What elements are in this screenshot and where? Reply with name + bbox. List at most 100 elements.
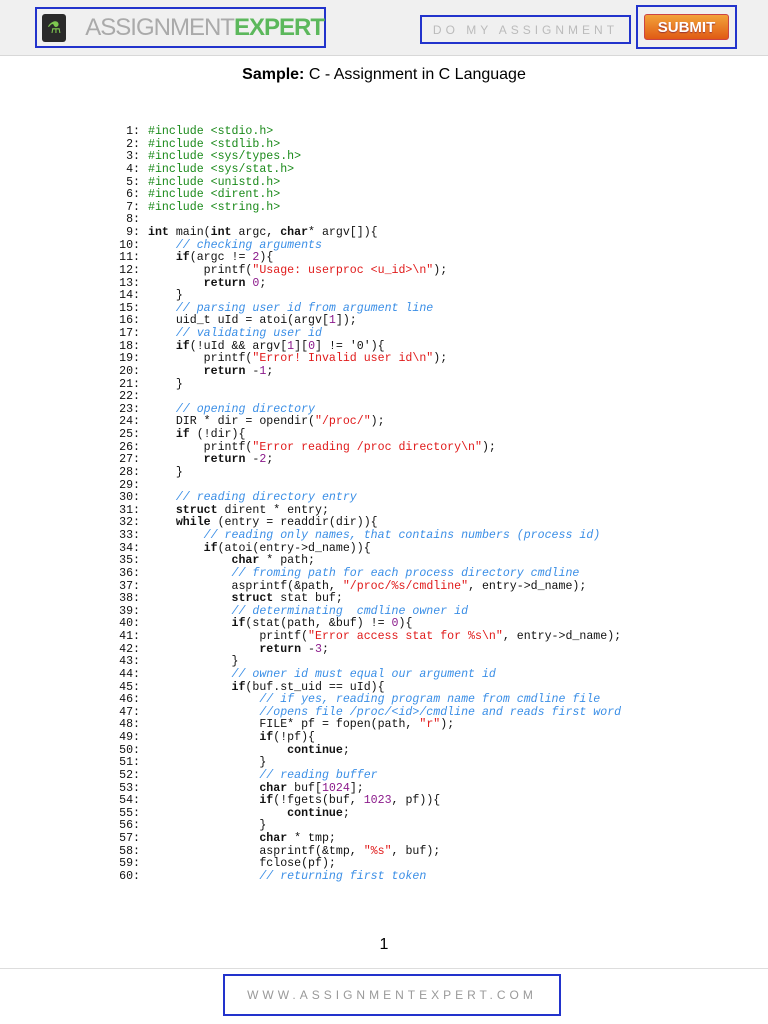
code-line: 41: printf("Error access stat for %s\n",…	[110, 630, 621, 644]
line-number: 41:	[119, 630, 140, 643]
line-number: 11:	[119, 251, 140, 265]
code-text: -	[245, 364, 260, 378]
keyword: if	[259, 794, 274, 808]
code-text: printf(	[203, 263, 253, 277]
do-my-assignment-link[interactable]: DO MY ASSIGNMENT	[420, 15, 631, 44]
title-prefix: Sample:	[242, 66, 305, 83]
preprocessor: #include <stdlib.h>	[148, 137, 281, 151]
line-number: 44:	[119, 667, 140, 681]
line-number: 9:	[126, 226, 140, 239]
site-header: ⚗ ASSIGNMENTEXPERT DO MY ASSIGNMENT SUBM…	[0, 0, 768, 56]
line-number: 54:	[119, 794, 140, 808]
line-number: 30:	[119, 491, 140, 505]
line-number: 28:	[119, 465, 140, 479]
comment: // checking arguments	[175, 238, 322, 252]
keyword: return	[259, 642, 302, 656]
code-line: 19: printf("Error! Invalid user id\n");	[110, 352, 621, 366]
preprocessor: #include <stdio.h>	[148, 125, 274, 138]
line-number: 14:	[119, 289, 140, 303]
code-text: argc,	[231, 226, 281, 239]
code-line: 60: // returning first token	[110, 869, 621, 884]
line-number: 35:	[119, 554, 140, 568]
number: 0	[308, 339, 316, 353]
code-line: 54: if(!fgets(buf, 1023, pf)){	[110, 794, 621, 808]
submit-button[interactable]: SUBMIT	[644, 14, 729, 40]
number: 0	[391, 617, 399, 631]
number: 3	[315, 642, 322, 656]
line-number: 52:	[119, 768, 140, 782]
code-text: ){	[259, 251, 274, 265]
string: "Error reading /proc directory\n"	[252, 440, 482, 454]
keyword: int	[210, 226, 232, 239]
keyword: if	[259, 731, 274, 744]
number: 1	[328, 314, 336, 328]
keyword: char	[259, 832, 288, 845]
comment: // reading buffer	[259, 768, 378, 782]
code-text: }	[175, 289, 183, 303]
code-text: ;	[266, 364, 274, 378]
number: 1023	[363, 794, 392, 808]
line-number: 36:	[119, 566, 140, 580]
code-text: DIR * dir = opendir(	[175, 415, 315, 429]
code-text: ][	[294, 339, 309, 353]
string: "%s"	[363, 844, 392, 858]
line-number: 17:	[119, 327, 140, 340]
comment: // validating user id	[175, 327, 322, 340]
code-text: (buf.st_uid == uId){	[245, 680, 385, 694]
code-text: }	[259, 756, 267, 770]
keyword: return	[203, 276, 246, 290]
code-text: * tmp;	[287, 832, 336, 845]
line-number: 22:	[119, 390, 140, 404]
logo-link[interactable]: ⚗ ASSIGNMENTEXPERT	[35, 7, 326, 48]
line-number: 60:	[119, 869, 140, 883]
title-text: C - Assignment in C Language	[304, 66, 526, 83]
code-text: ];	[349, 781, 364, 795]
number: 1024	[321, 781, 350, 795]
line-number: 6:	[126, 188, 140, 202]
footer-url-link[interactable]: WWW.ASSIGNMENTEXPERT.COM	[223, 974, 561, 1016]
keyword: struct	[175, 503, 218, 517]
keyword: continue	[287, 743, 343, 757]
code-text: );	[481, 440, 496, 454]
page-number: 1	[379, 936, 389, 953]
code-text: * path;	[259, 554, 316, 568]
code-text: }	[231, 655, 239, 669]
line-number: 1:	[126, 125, 140, 138]
code-text: ] != '0'){	[315, 339, 385, 353]
keyword: continue	[287, 806, 343, 820]
comment: // owner id must equal our argument id	[231, 667, 496, 681]
keyword: if	[203, 541, 218, 555]
code-line: 21: }	[110, 378, 621, 392]
code-text: (argc !=	[189, 251, 253, 265]
comment: //opens file /proc/<id>/cmdline and read…	[259, 705, 622, 719]
submit-wrapper: SUBMIT	[636, 5, 737, 49]
code-text: );	[440, 718, 455, 732]
page-title: Sample: C - Assignment in C Language	[0, 66, 768, 84]
code-text: ;	[266, 453, 274, 467]
keyword: char	[231, 554, 260, 568]
preprocessor: #include <sys/types.h>	[148, 150, 302, 164]
line-number: 43:	[119, 655, 140, 669]
line-number: 27:	[119, 453, 140, 467]
string: "/proc/"	[315, 415, 371, 429]
preprocessor: #include <string.h>	[148, 200, 281, 214]
code-text: ;	[259, 276, 267, 290]
preprocessor: #include <sys/stat.h>	[148, 162, 295, 176]
code-text: -	[245, 453, 260, 467]
line-number: 51:	[119, 756, 140, 770]
keyword: char	[259, 781, 288, 795]
microscope-icon: ⚗	[42, 13, 67, 42]
comment: // reading directory entry	[175, 491, 357, 505]
code-text: buf[	[287, 781, 322, 795]
code-text: , entry->d_name);	[468, 579, 587, 593]
keyword: if	[175, 428, 190, 441]
code-text: (!pf){	[273, 731, 315, 744]
code-text: printf(	[203, 352, 253, 366]
string: "Error access stat for %s\n"	[308, 630, 503, 643]
comment: // parsing user id from argument line	[175, 301, 434, 315]
code-text: FILE* pf = fopen(path,	[259, 718, 420, 732]
code-text: }	[259, 819, 267, 833]
code-text: dirent * entry;	[217, 503, 329, 517]
code-text: }	[175, 465, 183, 479]
line-number: 59:	[119, 857, 140, 871]
